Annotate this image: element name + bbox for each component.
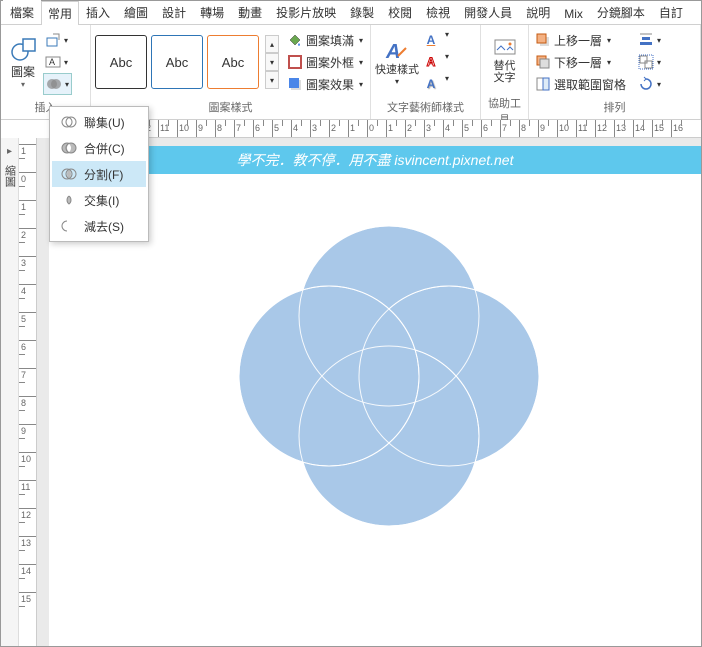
alt-text-button[interactable]: 替代 文字	[485, 27, 524, 93]
shape-style-gallery[interactable]: Abc Abc Abc ▴ ▾ ▾	[95, 35, 279, 89]
send-backward-button[interactable]: 下移一層▾	[533, 51, 628, 73]
align-button[interactable]: ▾	[636, 29, 663, 51]
tab-mix[interactable]: Mix	[557, 3, 590, 24]
edit-shape-button[interactable]: ▾	[43, 29, 72, 51]
group-icon	[638, 54, 654, 70]
tab-insert[interactable]: 插入	[79, 0, 117, 24]
menu-fragment-label: 分割(F)	[84, 166, 123, 183]
alt-text-icon	[493, 36, 517, 60]
gallery-more-button[interactable]: ▾	[265, 71, 279, 89]
group-insert-shapes: 圖案 ▾ ▾ A▾ ▾ 插入	[1, 25, 91, 119]
text-fill-button[interactable]: A	[421, 30, 441, 50]
tab-help[interactable]: 說明	[519, 0, 557, 24]
subtract-icon	[60, 217, 78, 235]
bring-forward-icon	[535, 32, 551, 48]
selection-pane-button[interactable]: 選取範圍窗格	[533, 73, 628, 95]
gallery-down-button[interactable]: ▾	[265, 53, 279, 71]
merge-shapes-icon	[46, 76, 62, 92]
selection-pane-label: 選取範圍窗格	[554, 76, 626, 93]
svg-text:A: A	[385, 41, 400, 63]
tab-record[interactable]: 錄製	[343, 0, 381, 24]
quick-styles-label: 快速樣式	[375, 64, 419, 76]
tab-file[interactable]: 檔案	[3, 0, 41, 24]
group-wordart: A 快速樣式▾ A▾ A▾ A▾ 文字藝術師樣式	[371, 25, 481, 119]
menu-union[interactable]: 聯集(U)	[52, 109, 146, 135]
svg-text:A: A	[49, 57, 55, 67]
tab-review[interactable]: 校閱	[381, 0, 419, 24]
union-icon	[60, 113, 78, 131]
align-icon	[638, 32, 654, 48]
tab-home[interactable]: 常用	[41, 1, 79, 25]
selection-pane-icon	[535, 76, 551, 92]
alt-text-label: 替代 文字	[494, 60, 516, 84]
chevron-down-icon: ▾	[21, 80, 25, 89]
rotate-button[interactable]: ▾	[636, 73, 663, 95]
shapes-button[interactable]: 圖案 ▾	[5, 29, 41, 95]
quick-styles-button[interactable]: A 快速樣式▾	[375, 29, 419, 95]
tab-slideshow[interactable]: 投影片放映	[269, 0, 343, 24]
merge-shapes-button[interactable]: ▾	[43, 73, 72, 95]
send-backward-label: 下移一層	[554, 54, 602, 71]
bring-forward-label: 上移一層	[554, 32, 602, 49]
shape-outline-button[interactable]: 圖案外框▾	[285, 51, 365, 73]
shapes-label: 圖案	[11, 63, 35, 80]
tab-design[interactable]: 設計	[155, 0, 193, 24]
wordart-icon: A	[384, 38, 410, 64]
menu-combine-label: 合併(C)	[84, 140, 125, 157]
fragment-icon	[60, 165, 78, 183]
style-preset-2[interactable]: Abc	[151, 35, 203, 89]
menu-intersect-label: 交集(I)	[84, 192, 119, 209]
shape-effects-label: 圖案效果	[306, 76, 354, 93]
fill-icon	[287, 32, 303, 48]
text-effects-button[interactable]: A	[421, 74, 441, 94]
group-accessibility: 替代 文字 協助工具	[481, 25, 529, 119]
combine-icon	[60, 139, 78, 157]
thumbnails-panel-collapsed[interactable]: ▸ 縮圖	[1, 138, 19, 646]
expand-chevron-icon[interactable]: ▸	[7, 146, 12, 157]
gallery-up-button[interactable]: ▴	[265, 35, 279, 53]
style-preset-1[interactable]: Abc	[95, 35, 147, 89]
shape-fill-button[interactable]: 圖案填滿▾	[285, 29, 365, 51]
edit-shape-icon	[45, 32, 61, 48]
tab-developer[interactable]: 開發人員	[457, 0, 519, 24]
style-preset-3[interactable]: Abc	[207, 35, 259, 89]
group-shape-styles: Abc Abc Abc ▴ ▾ ▾ 圖案填滿▾ 圖案外框▾ 圖案效果▾ 圖案樣式	[91, 25, 371, 119]
shape-outline-label: 圖案外框	[306, 54, 354, 71]
group-label-wordart: 文字藝術師樣式	[375, 97, 476, 117]
menu-combine[interactable]: 合併(C)	[52, 135, 146, 161]
tab-custom[interactable]: 自訂	[652, 0, 690, 24]
tab-animations[interactable]: 動畫	[231, 0, 269, 24]
menu-fragment[interactable]: 分割(F)	[52, 161, 146, 187]
shapes-icon	[9, 35, 37, 63]
tab-transitions[interactable]: 轉場	[193, 0, 231, 24]
group-arrange: 上移一層▾ 下移一層▾ 選取範圍窗格 ▾ ▾ ▾ 排列	[529, 25, 701, 119]
text-outline-button[interactable]: A	[421, 52, 441, 72]
bring-forward-button[interactable]: 上移一層▾	[533, 29, 628, 51]
outline-icon	[287, 54, 303, 70]
thumbnails-label: 縮圖	[2, 165, 18, 187]
effects-icon	[287, 76, 303, 92]
group-button[interactable]: ▾	[636, 51, 663, 73]
menu-union-label: 聯集(U)	[84, 114, 125, 131]
shape-fill-label: 圖案填滿	[306, 32, 354, 49]
shape-effects-button[interactable]: 圖案效果▾	[285, 73, 365, 95]
tab-view[interactable]: 檢視	[419, 0, 457, 24]
send-backward-icon	[535, 54, 551, 70]
menu-subtract[interactable]: 減去(S)	[52, 213, 146, 239]
fragmented-shape[interactable]	[219, 206, 559, 546]
merge-shapes-menu: 聯集(U) 合併(C) 分割(F) 交集(I) 減去(S)	[49, 106, 149, 242]
vertical-ruler: 10123456789101112131415	[19, 138, 37, 646]
group-label-arrange: 排列	[533, 97, 696, 117]
shape-tools-column: ▾ A▾ ▾	[43, 29, 72, 95]
menu-subtract-label: 減去(S)	[84, 218, 124, 235]
rotate-icon	[638, 76, 654, 92]
intersect-icon	[60, 191, 78, 209]
menu-intersect[interactable]: 交集(I)	[52, 187, 146, 213]
textbox-icon: A	[45, 54, 61, 70]
text-box-button[interactable]: A▾	[43, 51, 72, 73]
ribbon-tabs: 檔案 常用 插入 繪圖 設計 轉場 動畫 投影片放映 錄製 校閱 檢視 開發人員…	[1, 1, 701, 25]
tab-draw[interactable]: 繪圖	[117, 0, 155, 24]
tab-storyboard[interactable]: 分鏡腳本	[590, 0, 652, 24]
